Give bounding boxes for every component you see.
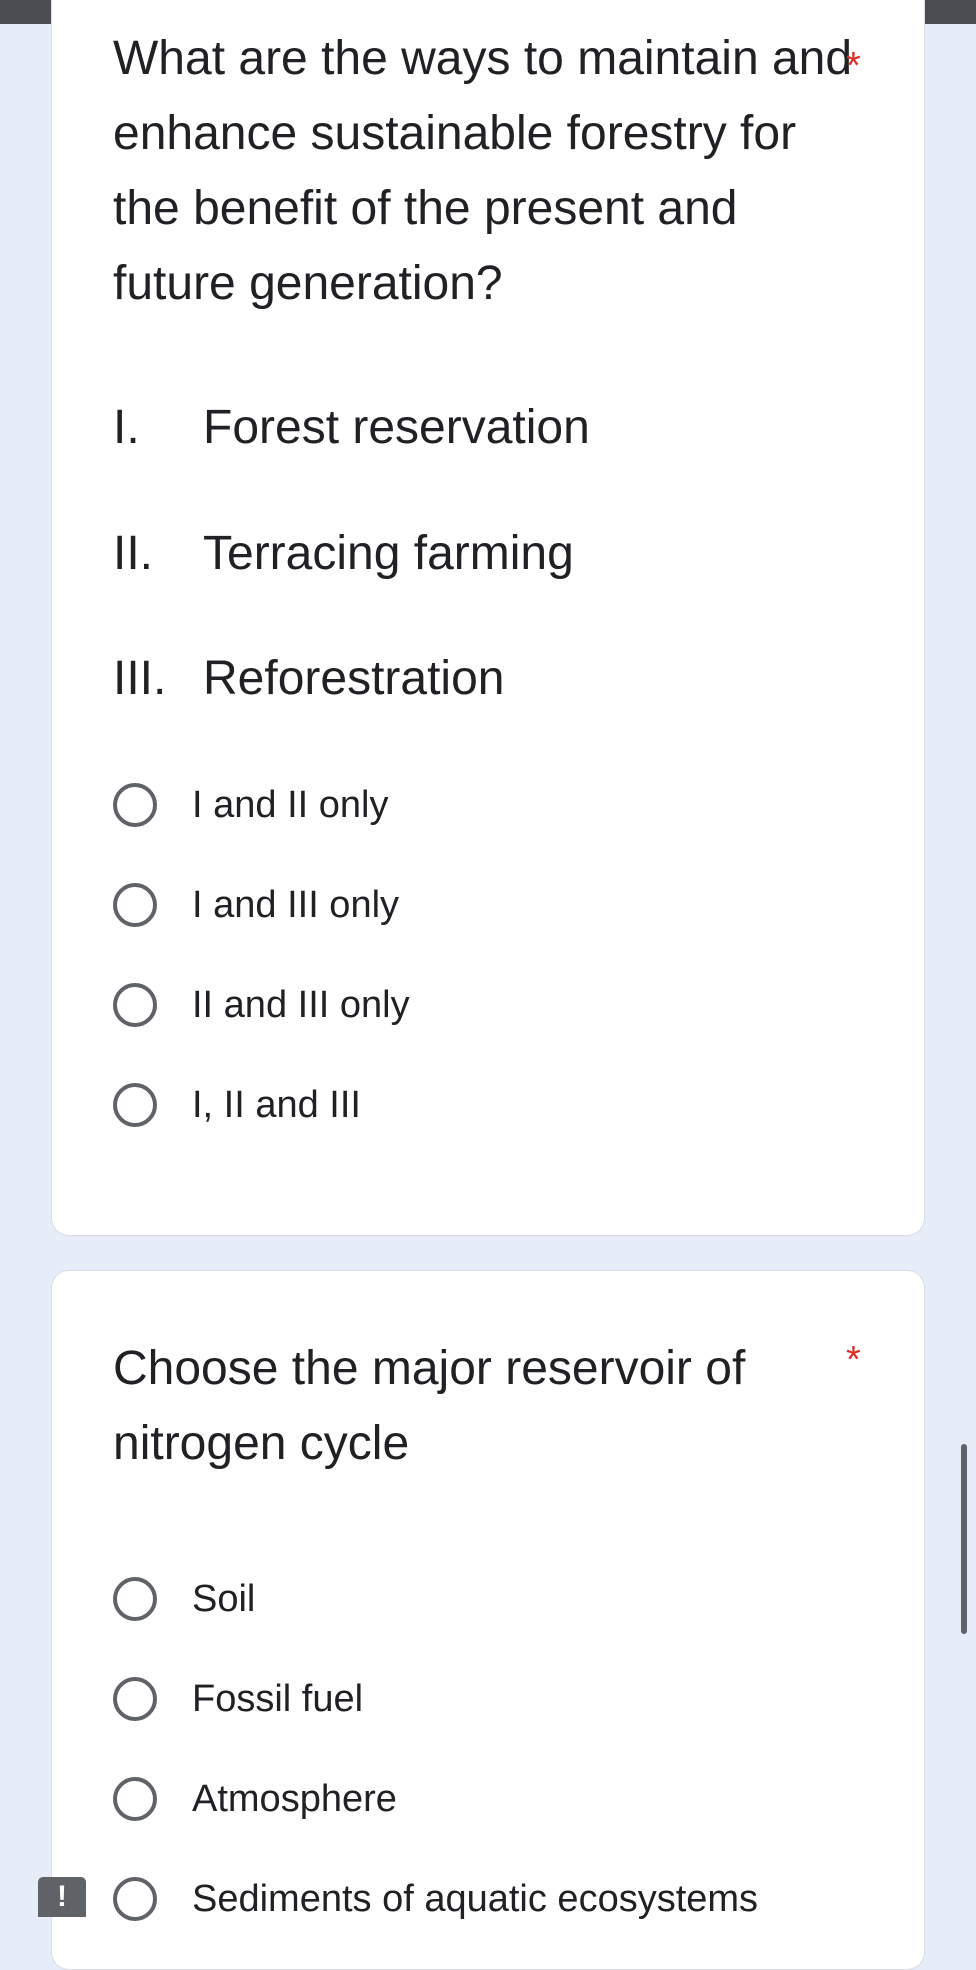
scrollbar-thumb[interactable]: [961, 1444, 967, 1634]
question-title: What are the ways to maintain and enhanc…: [113, 32, 853, 310]
question-title: Choose the major reservoir of nitrogen c…: [113, 1342, 746, 1470]
radio-option-ii-and-iii-only[interactable]: II and III only: [113, 977, 410, 1033]
question-card-forestry: What are the ways to maintain and enhanc…: [51, 0, 925, 1236]
radio-unchecked-icon[interactable]: [113, 983, 157, 1027]
required-asterisk: *: [846, 45, 861, 87]
feedback-icon[interactable]: !: [38, 1877, 86, 1917]
statement-iii: III. Reforestration: [113, 649, 504, 709]
option-label: I and II only: [192, 783, 389, 826]
option-label: Atmosphere: [192, 1777, 397, 1820]
radio-unchecked-icon[interactable]: [113, 783, 157, 827]
required-asterisk: *: [846, 1339, 861, 1381]
radio-option-soil[interactable]: Soil: [113, 1571, 255, 1627]
radio-option-i-and-iii-only[interactable]: I and III only: [113, 877, 399, 933]
radio-unchecked-icon[interactable]: [113, 1877, 157, 1921]
statement-numeral: I.: [113, 401, 140, 454]
option-label: Fossil fuel: [192, 1677, 364, 1720]
radio-option-sediments[interactable]: Sediments of aquatic ecosystems: [113, 1871, 758, 1927]
radio-option-i-and-ii-only[interactable]: I and II only: [113, 777, 388, 833]
question-card-nitrogen: Choose the major reservoir of nitrogen c…: [51, 1270, 925, 1970]
statement-text: Terracing farming: [203, 527, 574, 580]
radio-unchecked-icon[interactable]: [113, 1777, 157, 1821]
option-label: I, II and III: [192, 1083, 361, 1126]
statement-text: Reforestration: [203, 652, 505, 705]
radio-unchecked-icon[interactable]: [113, 1083, 157, 1127]
option-label: II and III only: [192, 983, 410, 1026]
radio-option-atmosphere[interactable]: Atmosphere: [113, 1771, 397, 1827]
statement-ii: II. Terracing farming: [113, 524, 574, 584]
radio-option-i-ii-and-iii[interactable]: I, II and III: [113, 1077, 361, 1133]
statement-numeral: III.: [113, 652, 167, 705]
option-label: Soil: [192, 1577, 256, 1620]
radio-unchecked-icon[interactable]: [113, 1677, 157, 1721]
radio-unchecked-icon[interactable]: [113, 883, 157, 927]
option-label: I and III only: [192, 883, 400, 926]
statement-numeral: II.: [113, 527, 154, 580]
radio-option-fossil-fuel[interactable]: Fossil fuel: [113, 1671, 363, 1727]
option-label: Sediments of aquatic ecosystems: [192, 1877, 759, 1920]
statement-i: I. Forest reservation: [113, 398, 590, 458]
radio-unchecked-icon[interactable]: [113, 1577, 157, 1621]
statement-text: Forest reservation: [203, 401, 590, 454]
